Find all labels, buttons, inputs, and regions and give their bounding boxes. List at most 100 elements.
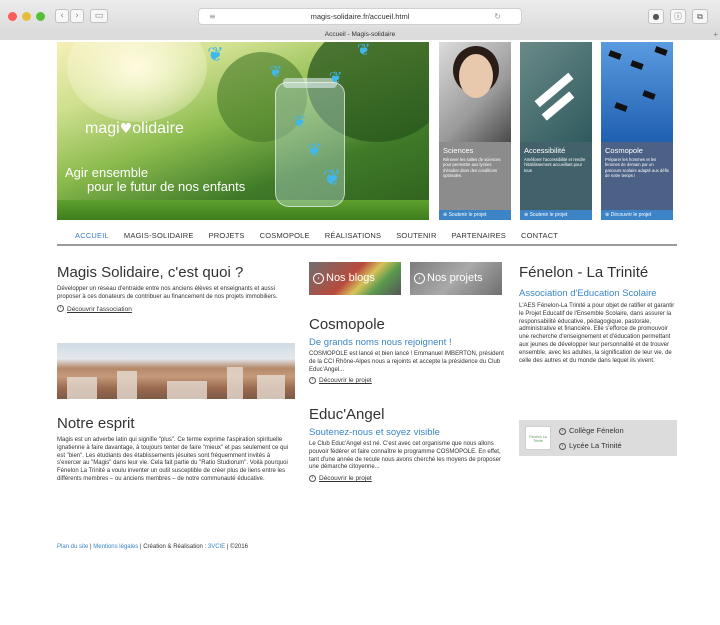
site-map-link[interactable]: Plan du site (57, 544, 88, 550)
reload-icon[interactable]: ↻ (494, 9, 501, 24)
blogs-button[interactable]: › Nos blogs (309, 262, 401, 295)
nav-item-cosmopole[interactable]: COSMOPOLE (260, 228, 310, 244)
building-shape (257, 375, 285, 399)
graduation-cap-icon (654, 46, 668, 56)
nav-item-projets[interactable]: PROJETS (209, 228, 245, 244)
city-image (57, 343, 295, 399)
panel-text: Améliorer l'accessibilité et rendre l'ét… (524, 157, 586, 173)
panel-title: Accessibilité (524, 146, 566, 155)
panel-button-label: Découvrir le projet (610, 212, 652, 218)
discover-project-button[interactable]: ⊕ Découvrir le projet (601, 210, 673, 220)
accessibility-image (520, 42, 592, 142)
building-shape (67, 377, 97, 399)
college-fenelon-link[interactable]: › Collège Fénelon (559, 426, 624, 435)
arrow-circle-icon: › (559, 442, 566, 450)
agency-link[interactable]: 3VCIE (208, 544, 225, 550)
address-bar[interactable]: ≡ magis-solidaire.fr/accueil.html ↻ (198, 8, 522, 25)
nav-item-magis-solidaire[interactable]: MAGIS-SOLIDAIRE (124, 228, 194, 244)
legal-link[interactable]: Mentions légales (93, 544, 138, 550)
panel-text: Préparer les hommes et les femmes de dem… (605, 157, 669, 178)
graduation-cap-icon (608, 50, 622, 60)
nav-item-accueil[interactable]: ACCUEIL (75, 228, 109, 244)
logo-text-end: olidaire (132, 120, 184, 137)
plus-circle-icon: ⊕ (605, 212, 610, 218)
project-panel-cosmopole[interactable]: Cosmopole Préparer les hommes et les fem… (601, 42, 673, 220)
reader-menu-icon[interactable]: ≡ (209, 9, 216, 24)
forward-icon[interactable]: › (70, 9, 84, 23)
support-project-button[interactable]: ⊕ Soutenir le projet (520, 210, 592, 220)
panel-caption: Cosmopole Préparer les hommes et les fem… (601, 142, 673, 210)
browser-chrome: ‹ › ▭ ≡ magis-solidaire.fr/accueil.html … (0, 0, 720, 40)
plus-circle-icon: ⊕ (524, 212, 529, 218)
new-tab-icon[interactable]: + (713, 29, 718, 40)
back-icon[interactable]: ‹ (55, 9, 69, 23)
sidebar-icon[interactable]: ▭ (90, 9, 108, 23)
close-window-button[interactable] (8, 12, 17, 21)
link-label: Découvrir le projet (319, 475, 372, 483)
arrow-circle-icon: › (57, 305, 64, 313)
discover-project-link[interactable]: › Découvrir le projet (309, 474, 504, 484)
grass (57, 200, 429, 220)
butterfly-icon: ❦ (207, 42, 224, 66)
support-project-button[interactable]: ⊕ Soutenir le projet (439, 210, 511, 220)
nav-item-realisations[interactable]: RÉALISATIONS (325, 228, 381, 244)
about-section: Magis Solidaire, c'est quoi ? Développer… (57, 264, 295, 315)
section-subtitle[interactable]: Association d'Education Scolaire (519, 288, 677, 300)
butterfly-icon: ❦ (269, 62, 283, 81)
butterfly-icon: ❦ (307, 140, 323, 161)
footer: Plan du site | Mentions légales | Créati… (57, 544, 248, 550)
section-title: Cosmopole (309, 316, 385, 333)
projects-button[interactable]: › Nos projets (410, 262, 502, 295)
section-title: Magis Solidaire, c'est quoi ? (57, 264, 244, 281)
nav-item-soutenir[interactable]: SOUTENIR (396, 228, 436, 244)
butterfly-icon: ❦ (329, 68, 343, 87)
main-nav: ACCUEIL MAGIS-SOLIDAIRE PROJETS COSMOPOL… (57, 228, 677, 246)
site-logo[interactable]: magi♥olidaire (85, 120, 184, 138)
college-links-box: Fénelon La Trinité › Collège Fénelon › Lyc… (519, 420, 677, 456)
project-panel-accessibilite[interactable]: Accessibilité Améliorer l'accessibilité … (520, 42, 592, 220)
project-panel-sciences[interactable]: Sciences Rénover les salles de sciences … (439, 42, 511, 220)
section-title: Educ'Angel (309, 406, 385, 423)
discover-project-link[interactable]: › Découvrir le projet (309, 376, 504, 386)
arrow-circle-icon: › (309, 377, 316, 385)
info-icon[interactable]: ⓘ (670, 9, 686, 24)
cosmopole-image (601, 42, 673, 142)
face-shape (459, 54, 493, 98)
link-label: Découvrir l'association (67, 305, 132, 313)
panel-title: Sciences (443, 146, 474, 155)
section-subtitle[interactable]: Soutenez-nous et soyez visible (309, 427, 504, 439)
tabs-icon[interactable]: ⧉ (692, 9, 708, 24)
graduation-cap-icon (614, 102, 628, 112)
link-label: Lycée La Trinité (569, 441, 622, 450)
building-shape (227, 367, 243, 399)
button-label: Nos projets (427, 272, 483, 284)
plus-circle-icon: ⊕ (443, 212, 448, 218)
nav-item-partenaires[interactable]: PARTENAIRES (452, 228, 506, 244)
arrow-circle-icon: › (559, 427, 566, 435)
arrow-circle-icon: › (414, 272, 425, 284)
sun-glow (67, 42, 207, 122)
extension-icon[interactable]: ● (648, 9, 664, 24)
copyright-text: | ©2016 (226, 544, 248, 550)
url-text: magis-solidaire.fr/accueil.html (310, 12, 410, 21)
button-label: Nos blogs (326, 272, 375, 284)
panel-caption: Accessibilité Améliorer l'accessibilité … (520, 142, 592, 210)
section-text: Magis est un adverbe latin qui signifie … (57, 437, 289, 482)
discover-association-link[interactable]: › Découvrir l'association (57, 305, 295, 315)
hero-tagline: Agir ensemble pour le futur de nos enfan… (65, 166, 245, 194)
section-text: Développer un réseau d'entraide entre no… (57, 286, 278, 300)
minimize-window-button[interactable] (22, 12, 31, 21)
butterfly-icon: ❦ (357, 42, 371, 59)
maximize-window-button[interactable] (36, 12, 45, 21)
lycee-trinite-link[interactable]: › Lycée La Trinité (559, 441, 622, 450)
tagline-line-2: pour le futur de nos enfants (87, 179, 246, 194)
graduation-cap-icon (630, 60, 644, 70)
section-text: COSMOPOLE est lancé et bien lancé ! Emma… (309, 351, 504, 373)
section-subtitle[interactable]: De grands noms nous rejoignent ! (309, 337, 504, 349)
nav-item-contact[interactable]: CONTACT (521, 228, 558, 244)
tab-bar: Accueil - Magis-solidaire + (0, 29, 720, 40)
panel-button-label: Soutenir le projet (448, 212, 487, 218)
tab-title[interactable]: Accueil - Magis-solidaire (325, 31, 395, 38)
arrow-circle-icon: › (309, 474, 316, 482)
section-text: Le Club Educ'Angel est né. C'est avec ce… (309, 441, 501, 471)
